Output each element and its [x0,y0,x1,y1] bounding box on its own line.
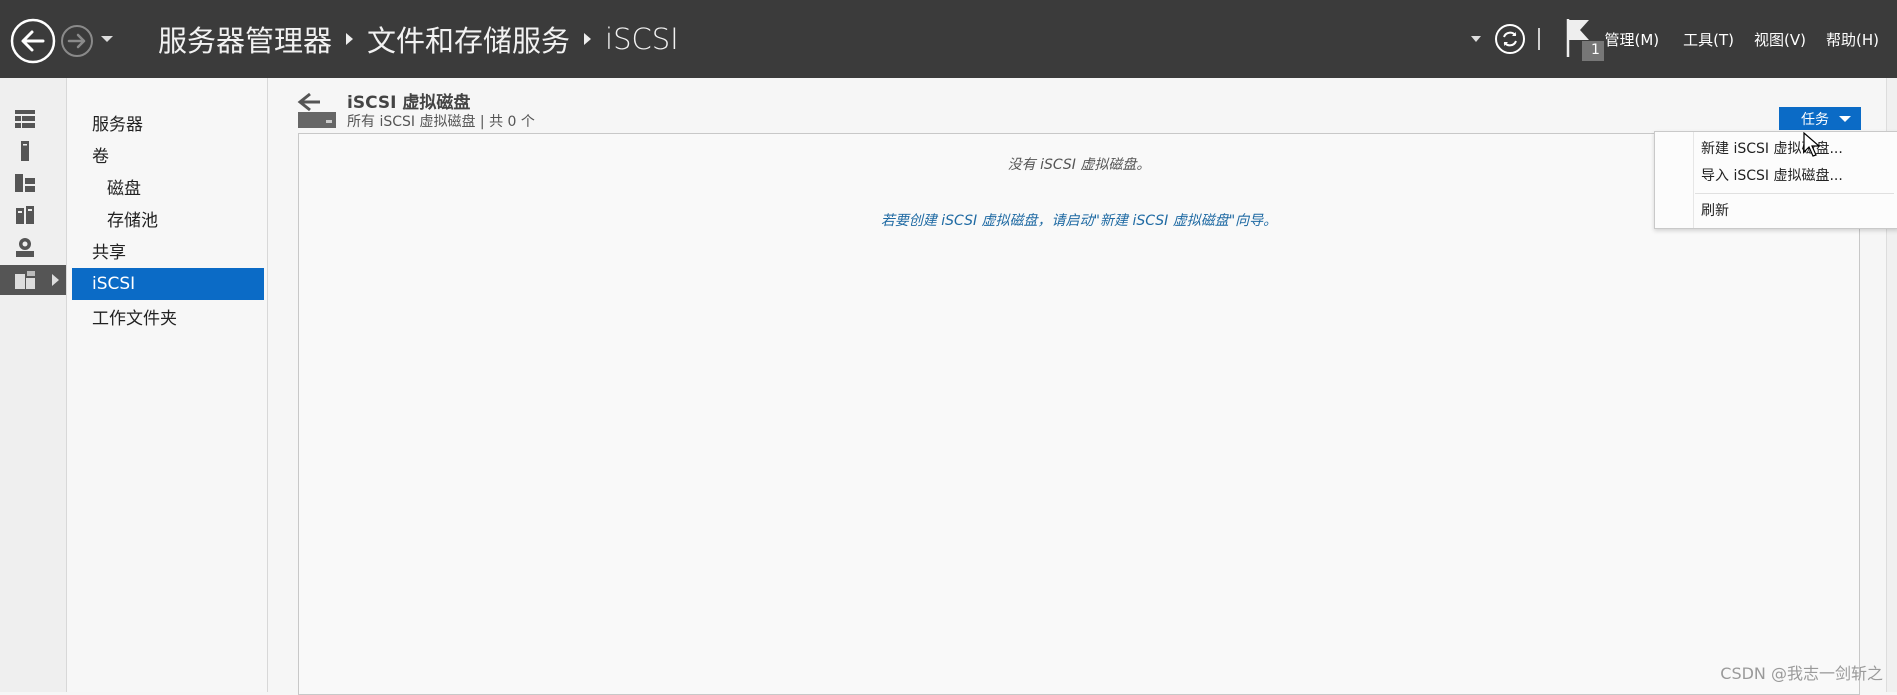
menu-separator [1695,193,1894,194]
breadcrumb-separator-icon [584,33,592,45]
local-server-icon [21,141,29,161]
divider [1538,0,1540,78]
navigation-tree: 服务器 卷 磁盘 存储池 共享 iSCSI 工作文件夹 [67,78,268,692]
tree-item-disks[interactable]: 磁盘 [72,170,264,202]
tree-item-label: iSCSI [92,274,136,294]
tasks-button[interactable]: 任务 [1779,107,1861,130]
breadcrumb-file-storage[interactable]: 文件和存储服务 [367,18,570,60]
tree-item-label: 磁盘 [107,178,141,199]
expand-arrow-icon [52,274,59,286]
refresh-button[interactable] [1494,0,1526,78]
menu-item-new-iscsi-disk[interactable]: 新建 iSCSI 虚拟磁盘... [1701,138,1843,158]
file-services-icon [16,206,34,224]
create-wizard-hint-link[interactable]: 若要创建 iSCSI 虚拟磁盘，请启动"新建 iSCSI 虚拟磁盘"向导。 [299,210,1859,230]
virtual-disk-list-panel: 没有 iSCSI 虚拟磁盘。 若要创建 iSCSI 虚拟磁盘，请启动"新建 iS… [298,133,1860,695]
menu-bar: 管理(M) 工具(T) 视图(V) 帮助(H) [1595,0,1889,78]
chevron-down-icon [101,36,113,42]
menu-tools[interactable]: 工具(T) [1673,29,1744,50]
file-storage-icon [15,271,35,289]
rail-file-services[interactable] [0,200,66,230]
tree-item-label: 共享 [92,242,126,263]
breadcrumb-separator-icon [346,33,354,45]
tasks-menu: 新建 iSCSI 虚拟磁盘... 导入 iSCSI 虚拟磁盘... 刷新 [1654,131,1897,229]
all-servers-icon [15,174,35,192]
dashboard-icon [15,110,35,128]
virtual-disk-icon [296,90,338,130]
refresh-icon [1495,24,1525,54]
history-dropdown[interactable] [98,30,116,48]
tree-item-label: 卷 [92,146,109,167]
menu-gutter [1693,132,1694,228]
tree-item-volumes[interactable]: 卷 [72,138,264,170]
tree-item-iscsi[interactable]: iSCSI [72,268,264,300]
chevron-down-icon [1471,36,1481,42]
tree-item-label: 服务器 [92,114,143,135]
tree-item-shares[interactable]: 共享 [72,234,264,266]
breadcrumb: 服务器管理器 文件和存储服务 iSCSI [158,19,679,59]
menu-manage[interactable]: 管理(M) [1595,29,1674,50]
breadcrumb-server-manager[interactable]: 服务器管理器 [158,18,332,60]
tree-item-label: 存储池 [107,210,158,231]
left-icon-rail [0,78,67,692]
section-title: iSCSI 虚拟磁盘 [347,93,471,113]
menu-view[interactable]: 视图(V) [1744,29,1816,50]
rail-all-servers[interactable] [0,168,66,198]
tree-item-label: 工作文件夹 [92,308,177,329]
chevron-down-icon [1839,116,1851,122]
menu-help[interactable]: 帮助(H) [1816,29,1889,50]
tree-item-storage-pools[interactable]: 存储池 [72,202,264,234]
tasks-label: 任务 [1801,111,1829,128]
main-content: iSCSI 虚拟磁盘 所有 iSCSI 虚拟磁盘 | 共 0 个 任务 没有 i… [268,78,1897,695]
mouse-cursor-icon [1803,131,1821,162]
watermark: CSDN @我志一剑斩之 [1720,664,1883,683]
menu-item-refresh[interactable]: 刷新 [1701,200,1729,220]
back-arrow-icon [10,18,56,64]
empty-message: 没有 iSCSI 虚拟磁盘。 [1007,157,1151,173]
iis-icon [16,238,34,257]
forward-arrow-icon [61,25,93,57]
rail-file-storage-services[interactable] [0,265,66,295]
rail-dashboard[interactable] [0,104,66,134]
breadcrumb-iscsi[interactable]: iSCSI [605,22,679,56]
title-bar: 服务器管理器 文件和存储服务 iSCSI 1 管理(M) 工具(T) 视图(V)… [0,0,1897,78]
menu-item-import-iscsi-disk[interactable]: 导入 iSCSI 虚拟磁盘... [1701,165,1843,185]
forward-button[interactable] [60,24,94,58]
rail-local-server[interactable] [0,136,66,166]
tree-item-work-folders[interactable]: 工作文件夹 [72,300,264,332]
tree-item-servers[interactable]: 服务器 [72,106,264,138]
refresh-dropdown[interactable] [1470,0,1482,78]
back-button[interactable] [10,18,56,64]
rail-iis[interactable] [0,232,66,262]
section-subtitle: 所有 iSCSI 虚拟磁盘 | 共 0 个 [347,114,535,130]
